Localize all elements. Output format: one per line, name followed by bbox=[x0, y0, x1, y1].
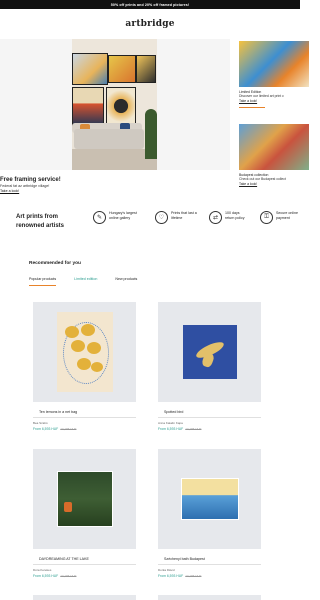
side-promo-image bbox=[239, 124, 309, 170]
tab-limited[interactable]: Limited edition bbox=[74, 277, 97, 286]
side-promo-subtitle: Check out our Budapest collect bbox=[239, 177, 286, 181]
product-old-price: 13,186 HUF bbox=[185, 426, 202, 431]
product-image-partial bbox=[158, 595, 261, 600]
feature-label: Hungary's largest online gallery bbox=[109, 211, 137, 220]
site-logo[interactable]: artbridge bbox=[125, 19, 174, 29]
features-bar: Art prints from renowned artists ✎ Hunga… bbox=[0, 206, 300, 236]
product-artist: Bea Szabó bbox=[33, 420, 48, 425]
feature-gallery: ✎ Hungary's largest online gallery bbox=[93, 211, 139, 224]
product-current-price: From 6,593 HUF bbox=[158, 573, 184, 578]
product-artist: Dorka Dávid bbox=[158, 567, 175, 572]
return-truck-icon: ⇄ bbox=[209, 211, 222, 224]
framed-print bbox=[106, 87, 136, 125]
product-current-price: From 6,593 HUF bbox=[33, 426, 59, 431]
hero-banner[interactable] bbox=[0, 39, 230, 170]
product-image bbox=[33, 302, 136, 402]
product-card[interactable]: Széchenyi bath Budapest Dorka Dávid From… bbox=[158, 449, 261, 578]
side-promo-accent bbox=[239, 107, 265, 108]
product-old-price: 13,186 HUF bbox=[60, 426, 77, 431]
brush-icon: ✎ bbox=[93, 211, 106, 224]
product-card[interactable]: Spotted bird Anna Katalin Kapa From 6,59… bbox=[158, 302, 261, 431]
framed-print bbox=[108, 55, 136, 83]
product-image-partial bbox=[33, 595, 136, 600]
product-price: From 6,593 HUF 13,186 HUF bbox=[33, 574, 136, 578]
tab-new[interactable]: New products bbox=[115, 277, 137, 286]
product-image bbox=[158, 302, 261, 402]
product-card[interactable]: Ten lemons in a net bag Bea Szabó From 6… bbox=[33, 302, 136, 431]
tab-popular[interactable]: Popular products bbox=[29, 277, 57, 286]
feature-payment: ⚿ Secure online payment bbox=[260, 211, 298, 224]
framed-print bbox=[72, 53, 108, 85]
hero-section: Free framing service! Federal fat az art… bbox=[0, 39, 309, 229]
product-price: From 6,593 HUF 13,186 HUF bbox=[158, 427, 261, 431]
product-price: From 6,593 HUF 13,186 HUF bbox=[33, 427, 136, 431]
product-card[interactable]: DAYDREAMING AT THE LAKE Dóra Kerekes Fro… bbox=[33, 449, 136, 578]
side-promo-budapest[interactable]: Budapest collection Check out our Budape… bbox=[239, 124, 309, 186]
product-price: From 6,593 HUF 13,186 HUF bbox=[158, 574, 261, 578]
heart-hand-icon: ♡ bbox=[155, 211, 168, 224]
hero-title: Free framing service! bbox=[0, 177, 61, 183]
promo-banner: 50% off prints and 20% off framed pictur… bbox=[0, 0, 300, 9]
product-old-price: 13,186 HUF bbox=[60, 573, 77, 578]
feature-label: Prints that last a lifetime bbox=[171, 211, 197, 220]
recommended-title: Recommended for you bbox=[29, 261, 81, 266]
hero-image bbox=[72, 39, 157, 170]
framed-print bbox=[136, 55, 156, 83]
promo-text: 50% off prints and 20% off framed pictur… bbox=[110, 2, 190, 7]
product-title[interactable]: Ten lemons in a net bag bbox=[33, 410, 136, 414]
product-artist: Dóra Kerekes bbox=[33, 567, 52, 572]
product-tabs: Popular products Limited edition New pro… bbox=[29, 277, 155, 286]
side-promo-subtitle: Discover our limited art print c bbox=[239, 94, 284, 98]
feature-lifetime: ♡ Prints that last a lifetime bbox=[155, 211, 201, 224]
product-current-price: From 6,593 HUF bbox=[33, 573, 59, 578]
secure-payment-icon: ⚿ bbox=[260, 211, 273, 224]
product-image bbox=[33, 449, 136, 549]
feature-label: Secure online payment bbox=[276, 211, 298, 220]
product-image bbox=[158, 449, 261, 549]
side-promo-image bbox=[239, 41, 309, 87]
product-title[interactable]: DAYDREAMING AT THE LAKE bbox=[33, 557, 136, 561]
product-artist: Anna Katalin Kapa bbox=[158, 420, 183, 425]
feature-return: ⇄ 100 days return policy bbox=[209, 211, 247, 224]
feature-label: 100 days return policy bbox=[225, 211, 245, 220]
product-title[interactable]: Széchenyi bath Budapest bbox=[158, 557, 261, 561]
hero-link[interactable]: Take a look! bbox=[0, 189, 19, 193]
hero-subtitle: Federal fat az artbridge village! bbox=[0, 184, 50, 188]
product-old-price: 13,186 HUF bbox=[185, 573, 202, 578]
site-header: artbridge bbox=[0, 9, 300, 39]
side-promo-link[interactable]: Take a look! bbox=[239, 99, 309, 103]
side-promo-limited[interactable]: Limited Edition Discover our limited art… bbox=[239, 41, 309, 108]
product-current-price: From 6,593 HUF bbox=[158, 426, 184, 431]
product-title[interactable]: Spotted bird bbox=[158, 410, 261, 414]
features-title: Art prints from renowned artists bbox=[16, 214, 65, 229]
framed-print bbox=[72, 87, 104, 127]
side-promo-link[interactable]: Take a look! bbox=[239, 182, 309, 186]
